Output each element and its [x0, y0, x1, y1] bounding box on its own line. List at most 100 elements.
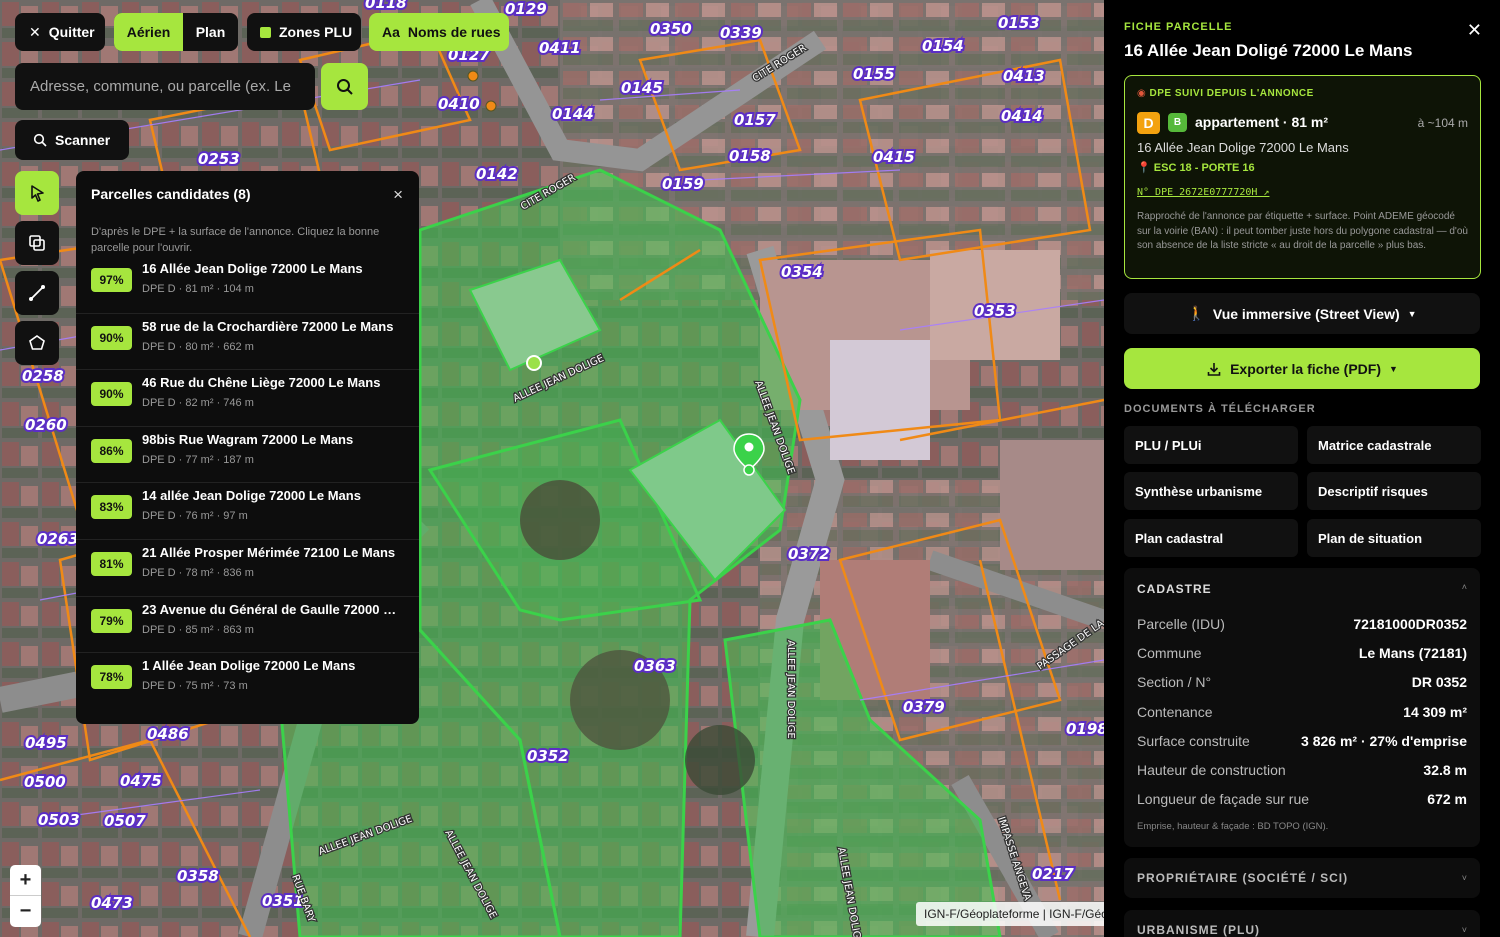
search-input[interactable] — [15, 63, 315, 110]
candidates-panel: Parcelles candidates (8) × D'après le DP… — [76, 171, 419, 724]
search-icon — [33, 133, 47, 147]
match-score-badge: 90% — [91, 325, 132, 350]
map-attribution: IGN-F/Géoplateforme | IGN-F/Géoplateform… — [916, 902, 1104, 926]
candidate-row[interactable]: 90% 58 rue de la Crochardière 72000 Le Ma… — [76, 312, 419, 369]
doc-risques-button[interactable]: Descriptif risques — [1307, 472, 1481, 510]
cadastre-section: CADASTRE ˄ Parcelle (IDU) 72181000DR0352 C… — [1124, 568, 1480, 847]
dpe-point-marker[interactable] — [526, 355, 542, 371]
zones-plu-toggle[interactable]: Zones PLU — [247, 13, 361, 51]
candidate-address: 1 Allée Jean Dolige 72000 Le Mans — [142, 658, 356, 674]
chevron-up-icon[interactable]: ˄ — [1462, 582, 1467, 592]
cadastre-heading[interactable]: CADASTRE — [1137, 582, 1212, 596]
parcel-number-label: 0410 — [438, 95, 480, 113]
parcel-number-label: 0414 — [1001, 107, 1043, 125]
ruler-line-icon — [29, 285, 45, 301]
doc-plan-cadastral-button[interactable]: Plan cadastral — [1124, 519, 1298, 557]
candidate-row[interactable]: 78% 1 Allée Jean Dolige 72000 Le Mans DPE … — [76, 652, 419, 708]
cadastre-row: Hauteur de construction 32.8 m — [1137, 762, 1467, 782]
pentagon-icon — [29, 335, 45, 350]
doc-synthese-button[interactable]: Synthèse urbanisme — [1124, 472, 1298, 510]
zoom-out-button[interactable]: − — [10, 896, 41, 927]
sheet-title: 16 Allée Jean Doligé 72000 Le Mans — [1124, 41, 1413, 60]
polygon-tool[interactable] — [15, 321, 59, 365]
candidate-row[interactable]: 83% 14 allée Jean Dolige 72000 Le Mans DPE… — [76, 482, 419, 538]
match-score-badge: 83% — [91, 495, 132, 520]
scan-label: Scanner — [55, 132, 111, 148]
parcel-number-label: 0413 — [1003, 67, 1045, 85]
zones-label: Zones PLU — [279, 24, 353, 40]
parcel-number-label: 0155 — [853, 65, 895, 83]
text-icon: Aa — [382, 24, 400, 40]
parcel-number-label: 0260 — [25, 416, 67, 434]
quit-button[interactable]: ✕ Quitter — [15, 13, 105, 51]
cadastre-value: 32.8 m — [1423, 762, 1467, 778]
cursor-icon — [31, 185, 44, 202]
candidate-address: 14 allée Jean Dolige 72000 Le Mans — [142, 488, 361, 504]
cadastre-key: Hauteur de construction — [1137, 762, 1286, 778]
candidate-meta: DPE D · 76 m² · 97 m — [142, 510, 248, 523]
parcel-number-label: 0372 — [788, 545, 830, 563]
pin-icon: 📍 — [1137, 162, 1151, 174]
parcel-number-label: 0507 — [104, 812, 146, 830]
quit-label: Quitter — [48, 24, 95, 40]
street-name-label: ALLEE JEAN DOLIGE — [785, 640, 796, 739]
measure-tool[interactable] — [15, 271, 59, 315]
dpe-number-link[interactable]: N° DPE 2672E0777720H ↗ — [1137, 187, 1269, 198]
export-pdf-button[interactable]: Exporter la fiche (PDF) ▼ — [1124, 348, 1480, 389]
cadastre-source: Emprise, hauteur & façade : BD TOPO (IGN… — [1137, 821, 1329, 832]
aerial-toggle[interactable]: Aérien — [114, 13, 183, 51]
owner-section[interactable]: PROPRIÉTAIRE (SOCIÉTÉ / SCI) ˅ — [1124, 858, 1480, 898]
walking-person-icon: 🚶 — [1187, 305, 1205, 321]
urbanism-section[interactable]: URBANISME (PLU) ˅ — [1124, 910, 1480, 937]
target-icon: ◉ — [1137, 88, 1147, 99]
close-icon[interactable]: × — [393, 185, 403, 205]
street-names-toggle[interactable]: Aa Noms de rues — [369, 13, 509, 51]
match-score-badge: 97% — [91, 268, 132, 292]
parcel-number-label: 0486 — [147, 725, 189, 743]
owner-heading: PROPRIÉTAIRE (SOCIÉTÉ / SCI) — [1137, 871, 1349, 885]
zoom-in-button[interactable]: + — [10, 865, 41, 896]
dpe-ges-badge: B — [1168, 113, 1187, 132]
dpe-distance: à ~104 m — [1417, 116, 1468, 130]
doc-plan-situation-button[interactable]: Plan de situation — [1307, 519, 1481, 557]
layers-tool[interactable] — [15, 221, 59, 265]
search-icon — [336, 78, 353, 95]
parcel-number-label: 0354 — [781, 263, 823, 281]
parcel-number-label: 0263 — [37, 530, 79, 548]
candidate-address: 46 Rue du Chêne Liège 72000 Le Mans — [142, 375, 381, 391]
dpe-type: appartement · 81 m² — [1195, 114, 1329, 130]
select-tool[interactable] — [15, 171, 59, 215]
documents-heading: DOCUMENTS À TÉLÉCHARGER — [1124, 403, 1316, 415]
match-score-badge: 78% — [91, 665, 132, 690]
parcel-number-label: 0142 — [476, 165, 518, 183]
doc-plu-button[interactable]: PLU / PLUi — [1124, 426, 1298, 464]
street-view-button[interactable]: 🚶 Vue immersive (Street View) ▼ — [1124, 293, 1480, 334]
parcel-number-label: 0352 — [527, 747, 569, 765]
plan-toggle[interactable]: Plan — [183, 13, 238, 51]
basemap-toggle: Aérien Plan — [114, 13, 238, 51]
close-icon[interactable]: ✕ — [1467, 20, 1482, 41]
candidate-row[interactable]: 86% 98bis Rue Wagram 72000 Le Mans DPE D ·… — [76, 425, 419, 482]
caret-down-icon: ▼ — [1407, 308, 1417, 319]
parcel-number-label: 0379 — [903, 698, 945, 716]
doc-matrice-button[interactable]: Matrice cadastrale — [1307, 426, 1481, 464]
close-icon: ✕ — [29, 23, 41, 40]
candidate-address: 98bis Rue Wagram 72000 Le Mans — [142, 431, 354, 447]
search-button[interactable] — [321, 63, 368, 110]
parcel-number-label: 0253 — [198, 150, 240, 168]
candidate-row[interactable]: 97% 16 Allée Jean Dolige 72000 Le Mans DPE… — [76, 256, 419, 312]
candidate-meta: DPE D · 77 m² · 187 m — [142, 453, 254, 466]
cadastre-value: Le Mans (72181) — [1358, 645, 1467, 662]
candidate-meta: DPE D · 85 m² · 863 m — [142, 623, 254, 636]
match-score-badge: 81% — [91, 552, 132, 576]
zoom-control: + − — [10, 865, 41, 927]
candidate-row[interactable]: 90% 46 Rue du Chêne Liège 72000 Le Mans DP… — [76, 369, 419, 425]
cadastre-row: Commune Le Mans (72181) — [1137, 645, 1467, 665]
candidate-row[interactable]: 81% 21 Allée Prosper Mérimée 72100 Le Man… — [76, 539, 419, 595]
scan-button[interactable]: Scanner — [15, 120, 129, 160]
cadastre-key: Surface construite — [1137, 732, 1250, 749]
parcel-number-label: 0145 — [621, 79, 663, 97]
candidate-row[interactable]: 79% 23 Avenue du Général de Gaulle 72000 … — [76, 595, 419, 652]
match-score-badge: 79% — [91, 608, 132, 633]
parcel-number-label: 0358 — [177, 867, 219, 885]
